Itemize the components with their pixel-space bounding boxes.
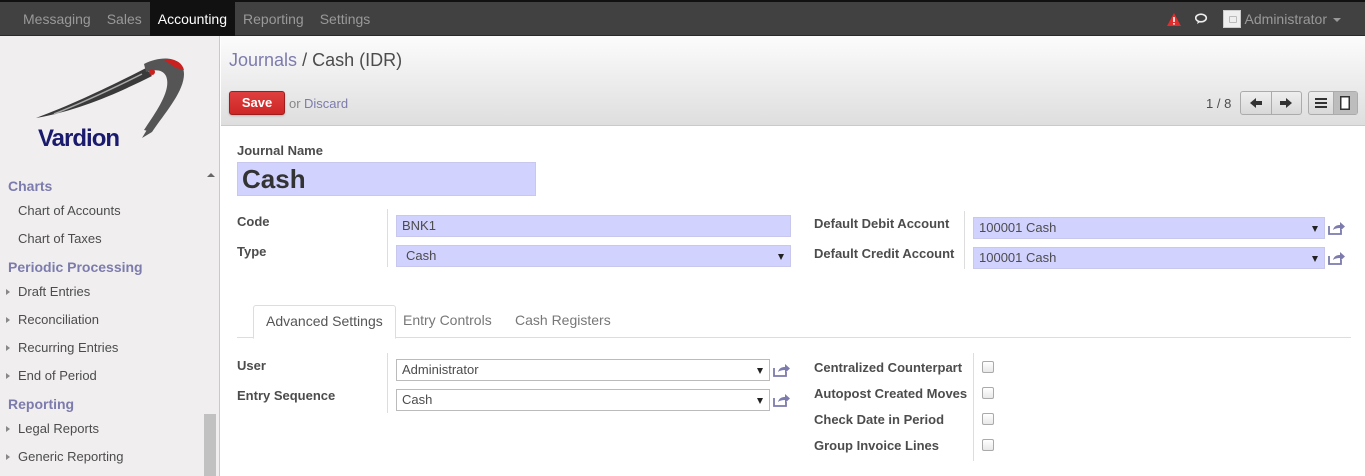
autopost-moves-checkbox[interactable] (982, 387, 994, 399)
sidebar-header-periodic-processing: Periodic Processing (8, 259, 143, 275)
menu-sales[interactable]: Sales (99, 2, 150, 36)
group-invoice-lines-label: Group Invoice Lines (814, 438, 939, 453)
external-link-icon[interactable] (773, 363, 791, 377)
journal-name-input[interactable]: Cash (237, 162, 536, 196)
sidebar-item-recurring-entries[interactable]: Recurring Entries (0, 334, 200, 362)
separator (964, 211, 965, 269)
sidebar-scrollbar[interactable] (204, 414, 216, 476)
centralized-counterpart-label: Centralized Counterpart (814, 360, 963, 375)
sidebar-header-charts: Charts (8, 178, 53, 194)
user-menu[interactable]: Administrator (1222, 10, 1341, 28)
debit-account-select[interactable]: 100001 Cash (973, 217, 1325, 239)
scroll-up-arrow[interactable] (207, 173, 215, 177)
sidebar-item-end-of-period[interactable]: End of Period (0, 362, 200, 390)
sidebar-header-reporting: Reporting (8, 396, 75, 412)
main-menu: Messaging Sales Accounting Reporting Set… (15, 2, 378, 36)
credit-account-label: Default Credit Account (814, 246, 955, 261)
arrow-right-icon (1280, 98, 1293, 108)
menu-messaging[interactable]: Messaging (15, 2, 99, 36)
topbar-right: Administrator (1166, 2, 1341, 36)
user-label: User (237, 358, 266, 373)
external-link-icon[interactable] (1328, 251, 1346, 265)
control-panel: Journals / Cash (IDR) Save or Discard 1 … (221, 36, 1365, 126)
separator (387, 353, 388, 413)
list-view-button[interactable] (1309, 92, 1333, 114)
or-text: or (289, 96, 301, 111)
breadcrumb: Journals / Cash (IDR) (229, 50, 402, 71)
arrow-left-icon (1249, 98, 1262, 108)
sidebar-item-legal-reports[interactable]: Legal Reports (0, 415, 200, 443)
sidebar-item-chart-of-accounts[interactable]: Chart of Accounts (0, 197, 200, 225)
chat-icon[interactable] (1194, 13, 1209, 25)
form-view-button[interactable] (1332, 92, 1357, 114)
centralized-counterpart-checkbox[interactable] (982, 361, 994, 373)
group-invoice-lines-checkbox[interactable] (982, 439, 994, 451)
credit-account-select[interactable]: 100001 Cash (973, 247, 1325, 269)
pager-next-button[interactable] (1270, 92, 1302, 114)
pager-counter: 1 / 8 (1206, 96, 1232, 111)
code-label: Code (237, 214, 270, 229)
sidebar-item-generic-reporting[interactable]: Generic Reporting (0, 443, 200, 471)
logo-text: Vardion (38, 125, 119, 152)
top-menu-bar: Messaging Sales Accounting Reporting Set… (0, 0, 1365, 36)
form-icon (1340, 96, 1351, 110)
tab-cash-registers[interactable]: Cash Registers (503, 305, 623, 338)
external-link-icon[interactable] (773, 393, 791, 407)
list-icon (1314, 98, 1327, 108)
menu-accounting[interactable]: Accounting (149, 2, 236, 36)
user-select[interactable]: Administrator (396, 359, 770, 381)
tab-entry-controls[interactable]: Entry Controls (391, 305, 504, 338)
avatar (1222, 10, 1241, 28)
sidebar-item-chart-of-taxes[interactable]: Chart of Taxes (0, 225, 200, 253)
check-date-checkbox[interactable] (982, 413, 994, 425)
separator (387, 209, 388, 267)
main-content: Journals / Cash (IDR) Save or Discard 1 … (221, 36, 1365, 476)
menu-settings[interactable]: Settings (312, 2, 379, 36)
entry-sequence-label: Entry Sequence (237, 388, 336, 403)
sidebar-item-reconciliation[interactable]: Reconciliation (0, 306, 200, 334)
breadcrumb-separator: / (302, 50, 308, 70)
separator (973, 353, 974, 461)
alert-icon[interactable] (1166, 12, 1181, 26)
breadcrumb-journals[interactable]: Journals (229, 50, 297, 70)
notebook-tabs: Advanced Settings Entry Controls Cash Re… (237, 305, 1351, 339)
view-switcher (1308, 91, 1358, 115)
company-logo[interactable]: Vardion (24, 52, 194, 152)
sidebar-item-draft-entries[interactable]: Draft Entries (0, 278, 200, 306)
debit-account-label: Default Debit Account (814, 216, 950, 231)
menu-reporting[interactable]: Reporting (235, 2, 312, 36)
sidebar: Vardion Charts Chart of Accounts Chart o… (0, 36, 220, 476)
save-button[interactable]: Save (229, 91, 285, 115)
breadcrumb-current: Cash (IDR) (312, 50, 403, 70)
sidebar-nav: Charts Chart of Accounts Chart of Taxes … (0, 175, 200, 471)
check-date-label: Check Date in Period (814, 412, 945, 427)
pager-previous-button[interactable] (1241, 92, 1271, 114)
journal-name-label: Journal Name (237, 143, 323, 158)
tab-advanced-settings[interactable]: Advanced Settings (253, 305, 396, 339)
entry-sequence-select[interactable]: Cash (396, 389, 770, 411)
type-label: Type (237, 244, 267, 259)
type-select[interactable]: Cash (396, 245, 791, 267)
code-input[interactable]: BNK1 (396, 215, 791, 237)
autopost-moves-label: Autopost Created Moves (814, 386, 968, 401)
user-name: Administrator (1244, 11, 1327, 27)
discard-link[interactable]: Discard (304, 96, 348, 111)
external-link-icon[interactable] (1328, 221, 1346, 235)
chevron-down-icon (1333, 18, 1341, 22)
pager-buttons (1240, 91, 1302, 115)
journal-form: Journal Name Cash Code BNK1 Type Cash De… (221, 127, 1365, 476)
